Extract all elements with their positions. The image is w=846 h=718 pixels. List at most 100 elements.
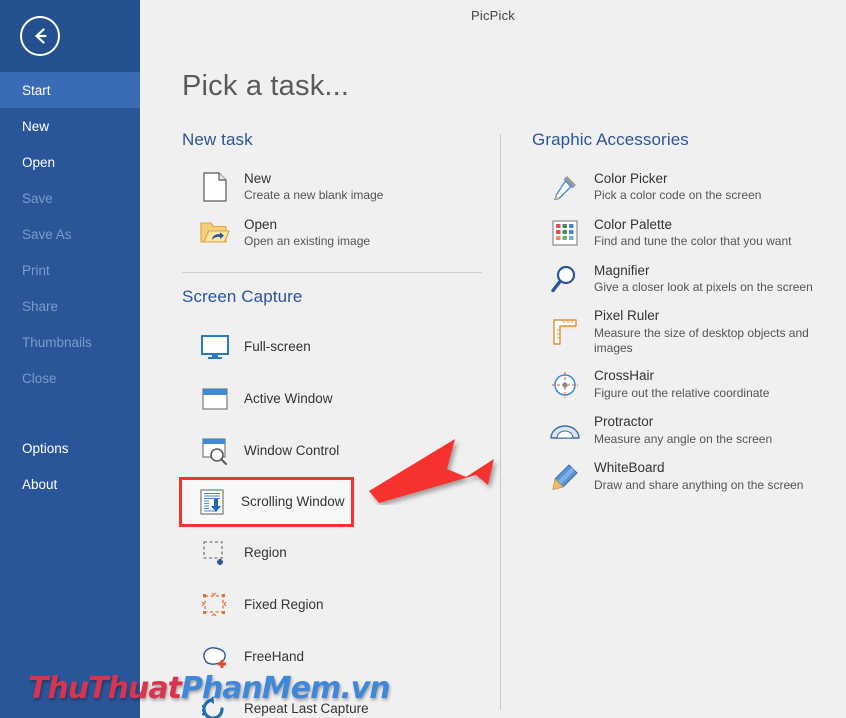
task-name: Active Window [244, 390, 333, 406]
sidebar-item-open[interactable]: Open [0, 144, 140, 180]
task-desc: Create a new blank image [244, 188, 384, 203]
sidebar-item-label: Print [22, 262, 50, 278]
window-icon [196, 382, 234, 416]
sidebar-item-start[interactable]: Start [0, 72, 140, 108]
monitor-icon [196, 330, 234, 364]
sidebar-item-label: New [22, 118, 50, 134]
task-active-window[interactable]: Active Window [182, 373, 500, 425]
task-protractor[interactable]: Protractor Measure any angle on the scre… [532, 408, 846, 454]
sidebar-item-label: About [22, 476, 58, 492]
sidebar-item-save-as: Save As [0, 216, 140, 252]
task-magnifier[interactable]: Magnifier Give a closer look at pixels o… [532, 256, 846, 302]
task-name: Protractor [594, 414, 654, 430]
task-desc: Measure any angle on the screen [594, 432, 773, 447]
title-bar: PicPick [140, 0, 846, 30]
palette-grid-icon [546, 216, 584, 250]
content-area: Pick a task... New task New Create a new… [140, 30, 846, 718]
back-button-zone [0, 0, 140, 72]
task-open[interactable]: Open Open an existing image [182, 210, 500, 256]
scrolling-window-icon [193, 485, 231, 519]
task-whiteboard[interactable]: WhiteBoard Draw and share anything on th… [532, 454, 846, 500]
window-search-icon [196, 434, 234, 468]
section-heading-screen-capture: Screen Capture [182, 287, 303, 306]
eyedropper-icon [546, 170, 584, 204]
task-text: Full-screen [244, 339, 311, 356]
task-pixel-ruler[interactable]: Pixel Ruler Measure the size of desktop … [532, 302, 846, 362]
task-desc: Measure the size of desktop objects and … [594, 325, 809, 355]
watermark-part-1: ThuThuat [28, 671, 182, 706]
task-name: Full-screen [244, 338, 311, 354]
region-icon [196, 536, 234, 570]
task-region[interactable]: Region [182, 527, 500, 579]
task-desc: Give a closer look at pixels on the scre… [594, 280, 813, 295]
task-name: Open [244, 216, 278, 232]
sidebar-item-options[interactable]: Options [0, 430, 140, 466]
sidebar-item-label: Start [22, 82, 51, 98]
task-name: New [244, 170, 272, 186]
task-desc: Figure out the relative coordinate [594, 386, 770, 401]
task-text: Color Picker Pick a color code on the sc… [594, 171, 761, 204]
sidebar-item-label: Save As [22, 226, 72, 242]
task-name: Color Picker [594, 170, 668, 186]
watermark-part-2: PhanMem.vn [180, 671, 391, 706]
column-divider [500, 134, 501, 710]
sidebar-item-label: Thumbnails [22, 334, 92, 350]
sidebar-item-about[interactable]: About [0, 466, 140, 502]
task-name: CrossHair [594, 368, 655, 384]
sidebar-item-new[interactable]: New [0, 108, 140, 144]
watermark: ThuThuatPhanMem.vn [28, 671, 391, 706]
task-name: Region [244, 544, 287, 560]
sidebar-item-label: Options [22, 440, 69, 456]
graphic-accessories-list: Color Picker Pick a color code on the sc… [532, 164, 846, 500]
task-desc: Pick a color code on the screen [594, 188, 762, 203]
new-task-list: New Create a new blank image Open Open a… [182, 164, 500, 256]
task-name: FreeHand [244, 648, 305, 664]
task-full-screen[interactable]: Full-screen [182, 321, 500, 373]
window-title: PicPick [470, 7, 516, 23]
magnifier-icon [546, 262, 584, 296]
task-crosshair[interactable]: CrossHair Figure out the relative coordi… [532, 362, 846, 408]
crosshair-icon [546, 368, 584, 402]
task-text: Fixed Region [244, 597, 324, 614]
task-text: FreeHand [244, 649, 304, 666]
sidebar-item-label: Open [22, 154, 56, 170]
task-name: Magnifier [594, 262, 650, 278]
sidebar-item-close: Close [0, 360, 140, 396]
right-column: Graphic Accessories Color Picker Pick a … [532, 130, 846, 500]
task-new[interactable]: New Create a new blank image [182, 164, 500, 210]
back-arrow-icon[interactable] [20, 16, 60, 56]
picpick-backstage-window: PicPick Start New Open Save Save As Prin… [0, 0, 846, 718]
sidebar-item-thumbnails: Thumbnails [0, 324, 140, 360]
task-desc: Open an existing image [244, 234, 371, 249]
sidebar: Start New Open Save Save As Print Share … [0, 0, 140, 718]
task-text: New Create a new blank image [244, 171, 383, 204]
task-text: Pixel Ruler Measure the size of desktop … [594, 308, 846, 356]
task-desc: Draw and share anything on the screen [594, 478, 804, 493]
freehand-icon [196, 640, 234, 674]
marker-pen-icon [546, 460, 584, 494]
page-title: Pick a task... [182, 70, 350, 102]
task-scrolling-window[interactable]: Scrolling Window [179, 477, 354, 527]
task-color-picker[interactable]: Color Picker Pick a color code on the sc… [532, 164, 846, 210]
protractor-icon [546, 414, 584, 448]
fixed-region-icon [196, 588, 234, 622]
sidebar-item-print: Print [0, 252, 140, 288]
section-heading-new-task: New task [182, 130, 253, 149]
section-divider [182, 272, 482, 273]
task-text: CrossHair Figure out the relative coordi… [594, 368, 769, 401]
task-text: Open Open an existing image [244, 217, 370, 250]
task-text: Protractor Measure any angle on the scre… [594, 414, 772, 447]
task-name: Fixed Region [244, 596, 324, 612]
task-window-control[interactable]: Window Control [182, 425, 500, 477]
task-text: WhiteBoard Draw and share anything on th… [594, 460, 803, 493]
task-color-palette[interactable]: Color Palette Find and tune the color th… [532, 210, 846, 256]
sidebar-item-share: Share [0, 288, 140, 324]
task-name: Pixel Ruler [594, 308, 660, 323]
sidebar-item-label: Save [22, 190, 53, 206]
section-heading-graphic-accessories: Graphic Accessories [532, 130, 689, 149]
task-text: Color Palette Find and tune the color th… [594, 217, 791, 250]
task-name: Scrolling Window [241, 493, 345, 509]
task-fixed-region[interactable]: Fixed Region [182, 579, 500, 631]
sidebar-item-label: Close [22, 370, 57, 386]
ruler-icon [546, 315, 584, 349]
